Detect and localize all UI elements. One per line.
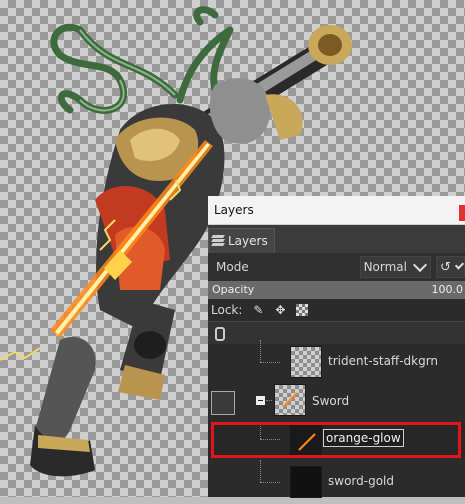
tab-layers-label: Layers bbox=[228, 234, 268, 248]
reset-icon: ↺ bbox=[440, 259, 451, 275]
dock-titlebar[interactable]: Layers bbox=[208, 196, 465, 225]
close-icon[interactable] bbox=[459, 205, 465, 221]
tab-layers[interactable]: Layers bbox=[208, 228, 275, 253]
tree-line bbox=[266, 400, 272, 401]
mode-reset-button[interactable]: ↺ bbox=[436, 256, 465, 278]
chevron-down-icon bbox=[454, 260, 465, 270]
group-name: Sword bbox=[312, 394, 350, 408]
opacity-value: 100.0 bbox=[431, 283, 464, 296]
dock-tabbar: Layers bbox=[208, 225, 465, 253]
mode-row: Mode Normal ↺ bbox=[208, 253, 465, 281]
lock-row: Lock: ✎ ✥ bbox=[208, 299, 465, 321]
scarf-ribbons bbox=[50, 6, 234, 114]
mode-label: Mode bbox=[216, 260, 249, 274]
opacity-slider[interactable]: Opacity 100.0 bbox=[208, 281, 465, 299]
tree-line bbox=[260, 340, 261, 362]
lock-pixels-icon[interactable]: ✎ bbox=[252, 304, 264, 316]
mode-select[interactable]: Normal bbox=[360, 256, 431, 278]
layer-name: sword-gold bbox=[328, 474, 394, 488]
chevron-down-icon bbox=[412, 257, 428, 273]
layers-dock: Layers Layers Mode Normal ↺ Opacity 100.… bbox=[208, 196, 465, 498]
lock-position-icon[interactable]: ✥ bbox=[274, 304, 286, 316]
opacity-label: Opacity bbox=[212, 283, 255, 296]
selection-highlight bbox=[211, 422, 461, 458]
group-thumbnail bbox=[274, 384, 306, 416]
layer-row[interactable]: trident-staff-dkgrn bbox=[208, 340, 465, 384]
layer-thumbnail bbox=[290, 466, 322, 498]
chain-icon[interactable] bbox=[215, 327, 225, 341]
lock-alpha-icon[interactable] bbox=[296, 304, 309, 316]
tree-line bbox=[260, 460, 261, 482]
tree-line bbox=[260, 482, 280, 483]
layers-icon bbox=[211, 235, 225, 247]
tree-line bbox=[260, 362, 280, 363]
dock-title: Layers bbox=[214, 203, 254, 217]
visibility-toggle[interactable] bbox=[211, 391, 235, 415]
mode-value: Normal bbox=[363, 260, 407, 274]
layer-thumbnail bbox=[290, 346, 322, 378]
layer-row[interactable]: Sword bbox=[208, 380, 465, 424]
layer-row[interactable]: sword-gold bbox=[208, 460, 465, 504]
layer-name: trident-staff-dkgrn bbox=[328, 354, 439, 368]
sword-thumb-icon bbox=[282, 392, 298, 408]
collapse-icon[interactable] bbox=[256, 396, 265, 405]
lock-label: Lock: bbox=[211, 303, 243, 317]
